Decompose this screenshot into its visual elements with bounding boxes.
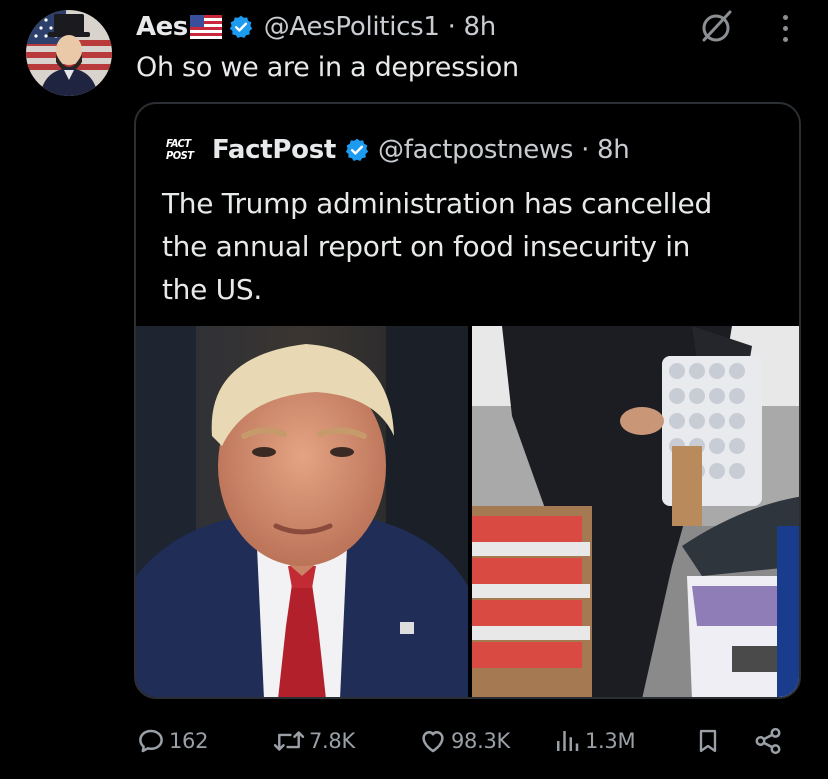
- repost-count: 7.8K: [309, 729, 355, 753]
- quoted-post-text: The Trump administration has cancelled t…: [162, 182, 782, 311]
- views-count: 1.3M: [585, 729, 636, 753]
- post-text: Oh so we are in a depression: [136, 52, 519, 83]
- bookmark-icon: [694, 726, 722, 756]
- quoted-text-line: the US.: [162, 273, 262, 306]
- author-avatar[interactable]: [26, 10, 112, 96]
- verified-badge-icon: [228, 14, 254, 40]
- author-name[interactable]: Aes: [136, 12, 188, 42]
- quoted-author-handle[interactable]: @factpostnews · 8h: [378, 135, 630, 165]
- views-button[interactable]: 1.3M: [552, 716, 636, 766]
- us-flag-icon: [189, 15, 222, 39]
- grok-icon[interactable]: [694, 4, 738, 48]
- quoted-post-header: FACT POST FactPost @factpostnews · 8h: [166, 132, 630, 168]
- share-button[interactable]: [752, 716, 784, 766]
- repost-icon: [272, 726, 306, 756]
- media-photo-portrait[interactable]: [136, 326, 468, 697]
- post-header: Aes @AesPolitics1 · 8h: [136, 10, 496, 44]
- factpost-logo[interactable]: FACT POST: [166, 134, 202, 166]
- author-handle[interactable]: @AesPolitics1 · 8h: [264, 12, 497, 42]
- reply-button[interactable]: 162: [136, 716, 208, 766]
- more-dots-icon[interactable]: [770, 10, 800, 46]
- bookmark-button[interactable]: [694, 716, 722, 766]
- quoted-media: [136, 326, 799, 697]
- reply-count: 162: [169, 729, 209, 753]
- like-button[interactable]: 98.3K: [418, 716, 510, 766]
- share-icon: [752, 726, 784, 756]
- quoted-post-card[interactable]: FACT POST FactPost @factpostnews · 8h Th…: [134, 102, 801, 699]
- verified-badge-icon: [344, 137, 370, 163]
- reply-bubble-icon: [136, 726, 166, 756]
- quoted-text-line: The Trump administration has cancelled: [162, 187, 712, 220]
- quoted-text-line: the annual report on food insecurity in: [162, 230, 691, 263]
- heart-icon: [418, 726, 448, 756]
- like-count: 98.3K: [451, 729, 511, 753]
- quoted-author-name[interactable]: FactPost: [212, 135, 336, 165]
- views-bars-icon: [552, 726, 582, 756]
- post-actions-bar: 162 7.8K 98.3K 1.3M: [0, 716, 828, 766]
- media-photo-food-distribution[interactable]: [472, 326, 799, 697]
- logo-line-2: POST: [166, 149, 194, 162]
- repost-button[interactable]: 7.8K: [272, 716, 355, 766]
